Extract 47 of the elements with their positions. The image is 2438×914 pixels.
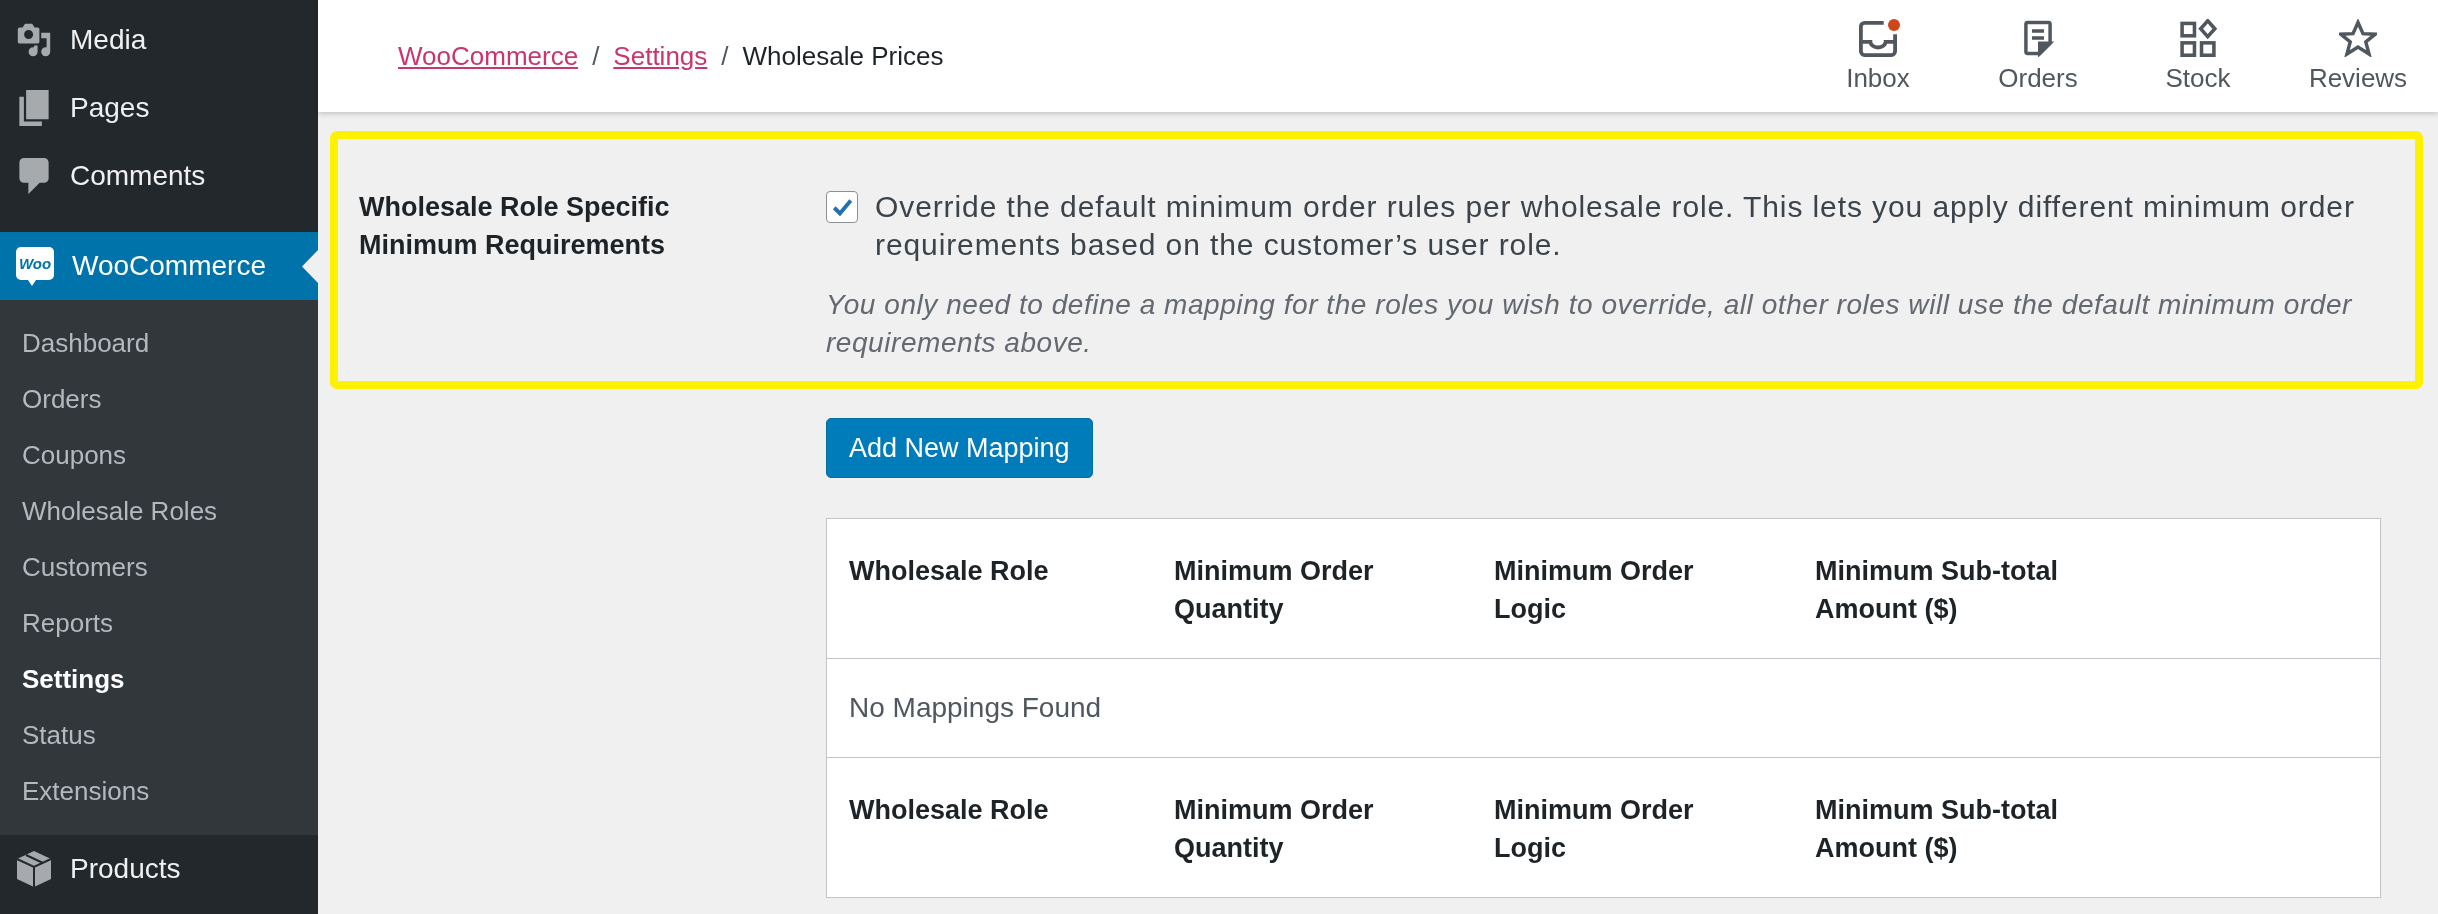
breadcrumb-link[interactable]: Settings (613, 40, 708, 72)
comment-icon (16, 158, 52, 194)
column-footer: Minimum Order Logic (1472, 758, 1793, 897)
inbox-icon (1859, 19, 1897, 57)
camera-music-icon (16, 22, 52, 58)
breadcrumb-link[interactable]: WooCommerce (398, 40, 579, 72)
column-header: Minimum Order Logic (1493, 555, 1695, 626)
column-footer: Wholesale Role (827, 758, 1152, 897)
submenu-item[interactable]: Dashboard (0, 315, 318, 371)
submenu-item[interactable]: Extensions (0, 763, 318, 819)
menu-item[interactable]: Products (0, 835, 318, 903)
setting-description: You only need to define a mapping for the roles you wish to override, all other roles will use the default minimum order requirements above. (826, 288, 2354, 360)
column-footer: Minimum Sub-total Amount ($) (1793, 758, 2153, 897)
activity-button[interactable]: Reviews (2278, 0, 2438, 112)
speech-bubble-logo: Woo (16, 246, 54, 286)
submenu-item[interactable]: Customers (0, 539, 318, 595)
submenu-item[interactable]: Orders (0, 371, 318, 427)
submenu-item[interactable]: Coupons (0, 427, 318, 483)
activity-button[interactable]: Orders (1958, 0, 2118, 112)
submenu-item[interactable]: Wholesale Roles (0, 483, 318, 539)
setting-label: Wholesale Role Specific Minimum Requirements (359, 191, 671, 262)
box-icon (16, 851, 52, 887)
menu-item[interactable]: Woo WooCommerce (0, 232, 318, 300)
breadcrumb-current: Wholesale Prices (742, 40, 944, 72)
column-footer: Minimum Order Quantity (1152, 758, 1472, 897)
column-header: Minimum Order Quantity (1173, 555, 1375, 626)
submenu-item[interactable]: Status (0, 707, 318, 763)
menu-item[interactable]: Pages (0, 74, 318, 142)
menu-item[interactable]: Media (0, 6, 318, 74)
star-icon (2339, 19, 2377, 57)
breadcrumb-separator: / (721, 40, 729, 72)
submenu-item[interactable]: Reports (0, 595, 318, 651)
menu-item[interactable]: Comments (0, 142, 318, 210)
activity-button[interactable]: Stock (2118, 0, 2278, 112)
checkbox-label: Override the default minimum order rules per wholesale role. This lets you apply different minimum order requirements based on the customer’s user role. (875, 189, 2356, 263)
blocks-icon (2179, 19, 2217, 57)
pointer-icon (302, 250, 318, 283)
pages-icon (16, 90, 52, 126)
column-header: Minimum Sub-total Amount ($) (1814, 555, 2059, 626)
checkmark-icon (831, 198, 853, 216)
add-mapping-button[interactable]: Add New Mapping (826, 418, 1093, 478)
breadcrumb-separator: / (592, 40, 600, 72)
column-header: Wholesale Role (848, 555, 1050, 588)
empty-message: No Mappings Found (827, 658, 2380, 758)
activity-button[interactable]: Inbox (1798, 0, 1958, 112)
checkbox[interactable] (826, 191, 858, 223)
submenu-item[interactable]: Settings (0, 651, 318, 707)
